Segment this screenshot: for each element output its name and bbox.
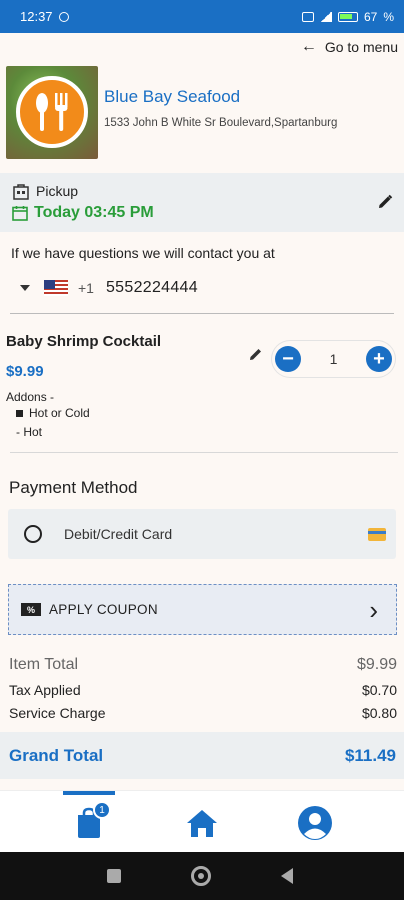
service-row: Service Charge $0.80 <box>9 705 397 721</box>
tax-label: Tax Applied <box>9 682 81 698</box>
grand-total-value: $11.49 <box>344 746 396 765</box>
addon-group: Hot or Cold <box>16 406 90 420</box>
go-to-menu-label: Go to menu <box>324 39 398 55</box>
service-label: Service Charge <box>9 705 106 721</box>
item-total-row: Item Total $9.99 <box>9 656 397 674</box>
battery-icon <box>337 11 358 22</box>
arrow-left-icon: ← <box>300 38 317 55</box>
phone-underline <box>10 313 394 314</box>
item-total-value: $9.99 <box>356 656 397 673</box>
addon-value: - Hot <box>16 425 43 439</box>
item-price: $9.99 <box>6 363 44 380</box>
cart-badge: 1 <box>93 801 111 819</box>
status-bar: 12:37 67% <box>0 0 404 33</box>
tax-row: Tax Applied $0.70 <box>9 682 397 698</box>
edit-item-icon[interactable] <box>248 346 264 362</box>
home-circle-icon[interactable] <box>191 866 211 886</box>
signal-icon <box>319 11 332 22</box>
restaurant-address: 1533 John B White Sr Boulevard,Spartanbu… <box>104 116 338 129</box>
go-to-menu-button[interactable]: ← Go to menu <box>301 38 398 56</box>
calendar-icon <box>12 206 28 221</box>
active-tab-indicator <box>63 791 115 795</box>
payment-option-card[interactable]: Debit/Credit Card <box>8 509 396 559</box>
grand-total-band: Grand Total $11.49 <box>0 732 404 779</box>
coupon-icon: % <box>21 603 41 616</box>
bottom-nav: 1 <box>0 790 404 852</box>
plus-icon[interactable]: + <box>365 346 392 372</box>
nav-profile[interactable] <box>297 805 333 841</box>
home-icon <box>187 810 217 837</box>
restaurant-header: Blue Bay Seafood 1533 John B White Sr Bo… <box>6 66 337 159</box>
nav-cart[interactable]: 1 <box>71 801 111 841</box>
system-nav-bar <box>0 852 404 900</box>
nav-home[interactable] <box>184 805 220 841</box>
divider <box>10 452 398 453</box>
service-value: $0.80 <box>361 705 397 721</box>
credit-card-icon <box>368 527 386 541</box>
tax-value: $0.70 <box>361 682 397 698</box>
pickup-bag-icon <box>13 184 29 200</box>
pickup-section: Pickup Today 03:45 PM <box>0 173 404 232</box>
recents-icon[interactable] <box>107 869 121 883</box>
payment-title: Payment Method <box>9 478 138 497</box>
coupon-label: APPLY COUPON <box>49 602 158 617</box>
us-flag-icon[interactable] <box>44 280 68 296</box>
contact-label: If we have questions we will contact you… <box>11 245 275 261</box>
caret-down-icon[interactable] <box>20 285 30 291</box>
profile-icon <box>298 806 332 840</box>
battery-level: 67 <box>363 9 378 24</box>
apply-coupon-button[interactable]: % APPLY COUPON › <box>8 584 397 635</box>
grand-total-label: Grand Total <box>9 746 104 765</box>
chevron-right-icon: › <box>369 594 378 625</box>
item-total-label: Item Total <box>9 656 79 673</box>
quantity-value: 1 <box>329 351 338 367</box>
bullet-icon <box>16 409 23 417</box>
wifi-icon <box>301 11 314 22</box>
pickup-time: Today 03:45 PM <box>34 204 154 221</box>
radio-icon[interactable] <box>24 525 42 543</box>
quantity-stepper[interactable]: − 1 + <box>272 341 395 377</box>
dial-code: +1 <box>78 280 94 296</box>
payment-option-label: Debit/Credit Card <box>64 526 173 542</box>
percent-sign: % <box>383 9 394 24</box>
status-icons: 67% <box>301 9 394 24</box>
sync-icon <box>58 11 69 22</box>
minus-icon[interactable]: − <box>275 346 301 372</box>
pickup-mode: Pickup <box>36 183 79 199</box>
pencil-icon[interactable] <box>376 193 394 211</box>
back-triangle-icon[interactable] <box>281 868 293 884</box>
restaurant-name: Blue Bay Seafood <box>104 86 241 106</box>
item-name: Baby Shrimp Cocktail <box>6 333 162 350</box>
status-time: 12:37 <box>20 9 53 24</box>
phone-number[interactable]: 5552224444 <box>106 279 198 297</box>
restaurant-logo <box>6 66 98 159</box>
addons-label: Addons - <box>6 390 55 404</box>
utensils-icon <box>16 76 88 148</box>
addon-group-label: Hot or Cold <box>29 406 90 420</box>
phone-field[interactable]: +1 5552224444 <box>20 279 198 297</box>
